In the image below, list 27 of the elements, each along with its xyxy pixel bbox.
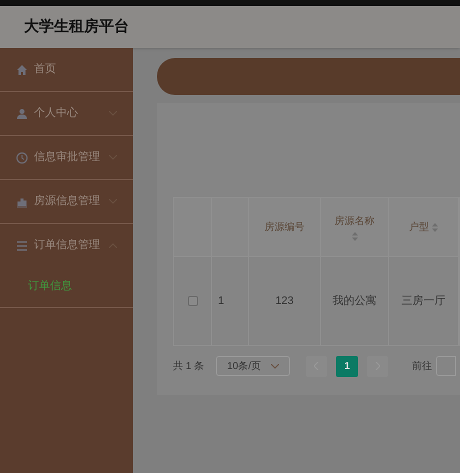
user-icon [16,108,28,120]
sort-icon [352,232,358,240]
page-size-select[interactable]: 10条/页 [216,356,290,376]
column-header[interactable]: 户型 [389,198,459,256]
app-title: 大学生租房平台 [24,16,129,37]
row-checkbox[interactable] [188,296,198,306]
menu-item[interactable]: 信息审批管理 [0,136,133,179]
table-cell: 我的公寓 [321,257,389,345]
total-count: 共 1 条 [173,360,204,374]
submenu-item[interactable]: 订单信息 [0,267,133,305]
table-cell: 123 [249,257,321,345]
chevron-icon [271,364,280,368]
page-button[interactable]: 1 [336,356,358,376]
table-cell: 1 [212,257,249,345]
menu-item[interactable]: 订单信息管理 [0,224,133,267]
clock-icon [16,152,28,164]
menu-item[interactable]: 房源信息管理 [0,180,133,223]
goto-label: 前往 [412,360,432,374]
list-icon [16,240,28,252]
table-cell: 三房一厅 [389,257,459,345]
menu-item[interactable]: 首页 [0,48,133,91]
bar-chart-icon [16,196,28,208]
menu-item[interactable]: 个人中心 [0,92,133,135]
column-header: 房源编号 [249,198,321,256]
sort-icon [432,222,438,232]
column-header[interactable]: 房源名称 [321,198,389,256]
home-icon [16,64,28,76]
